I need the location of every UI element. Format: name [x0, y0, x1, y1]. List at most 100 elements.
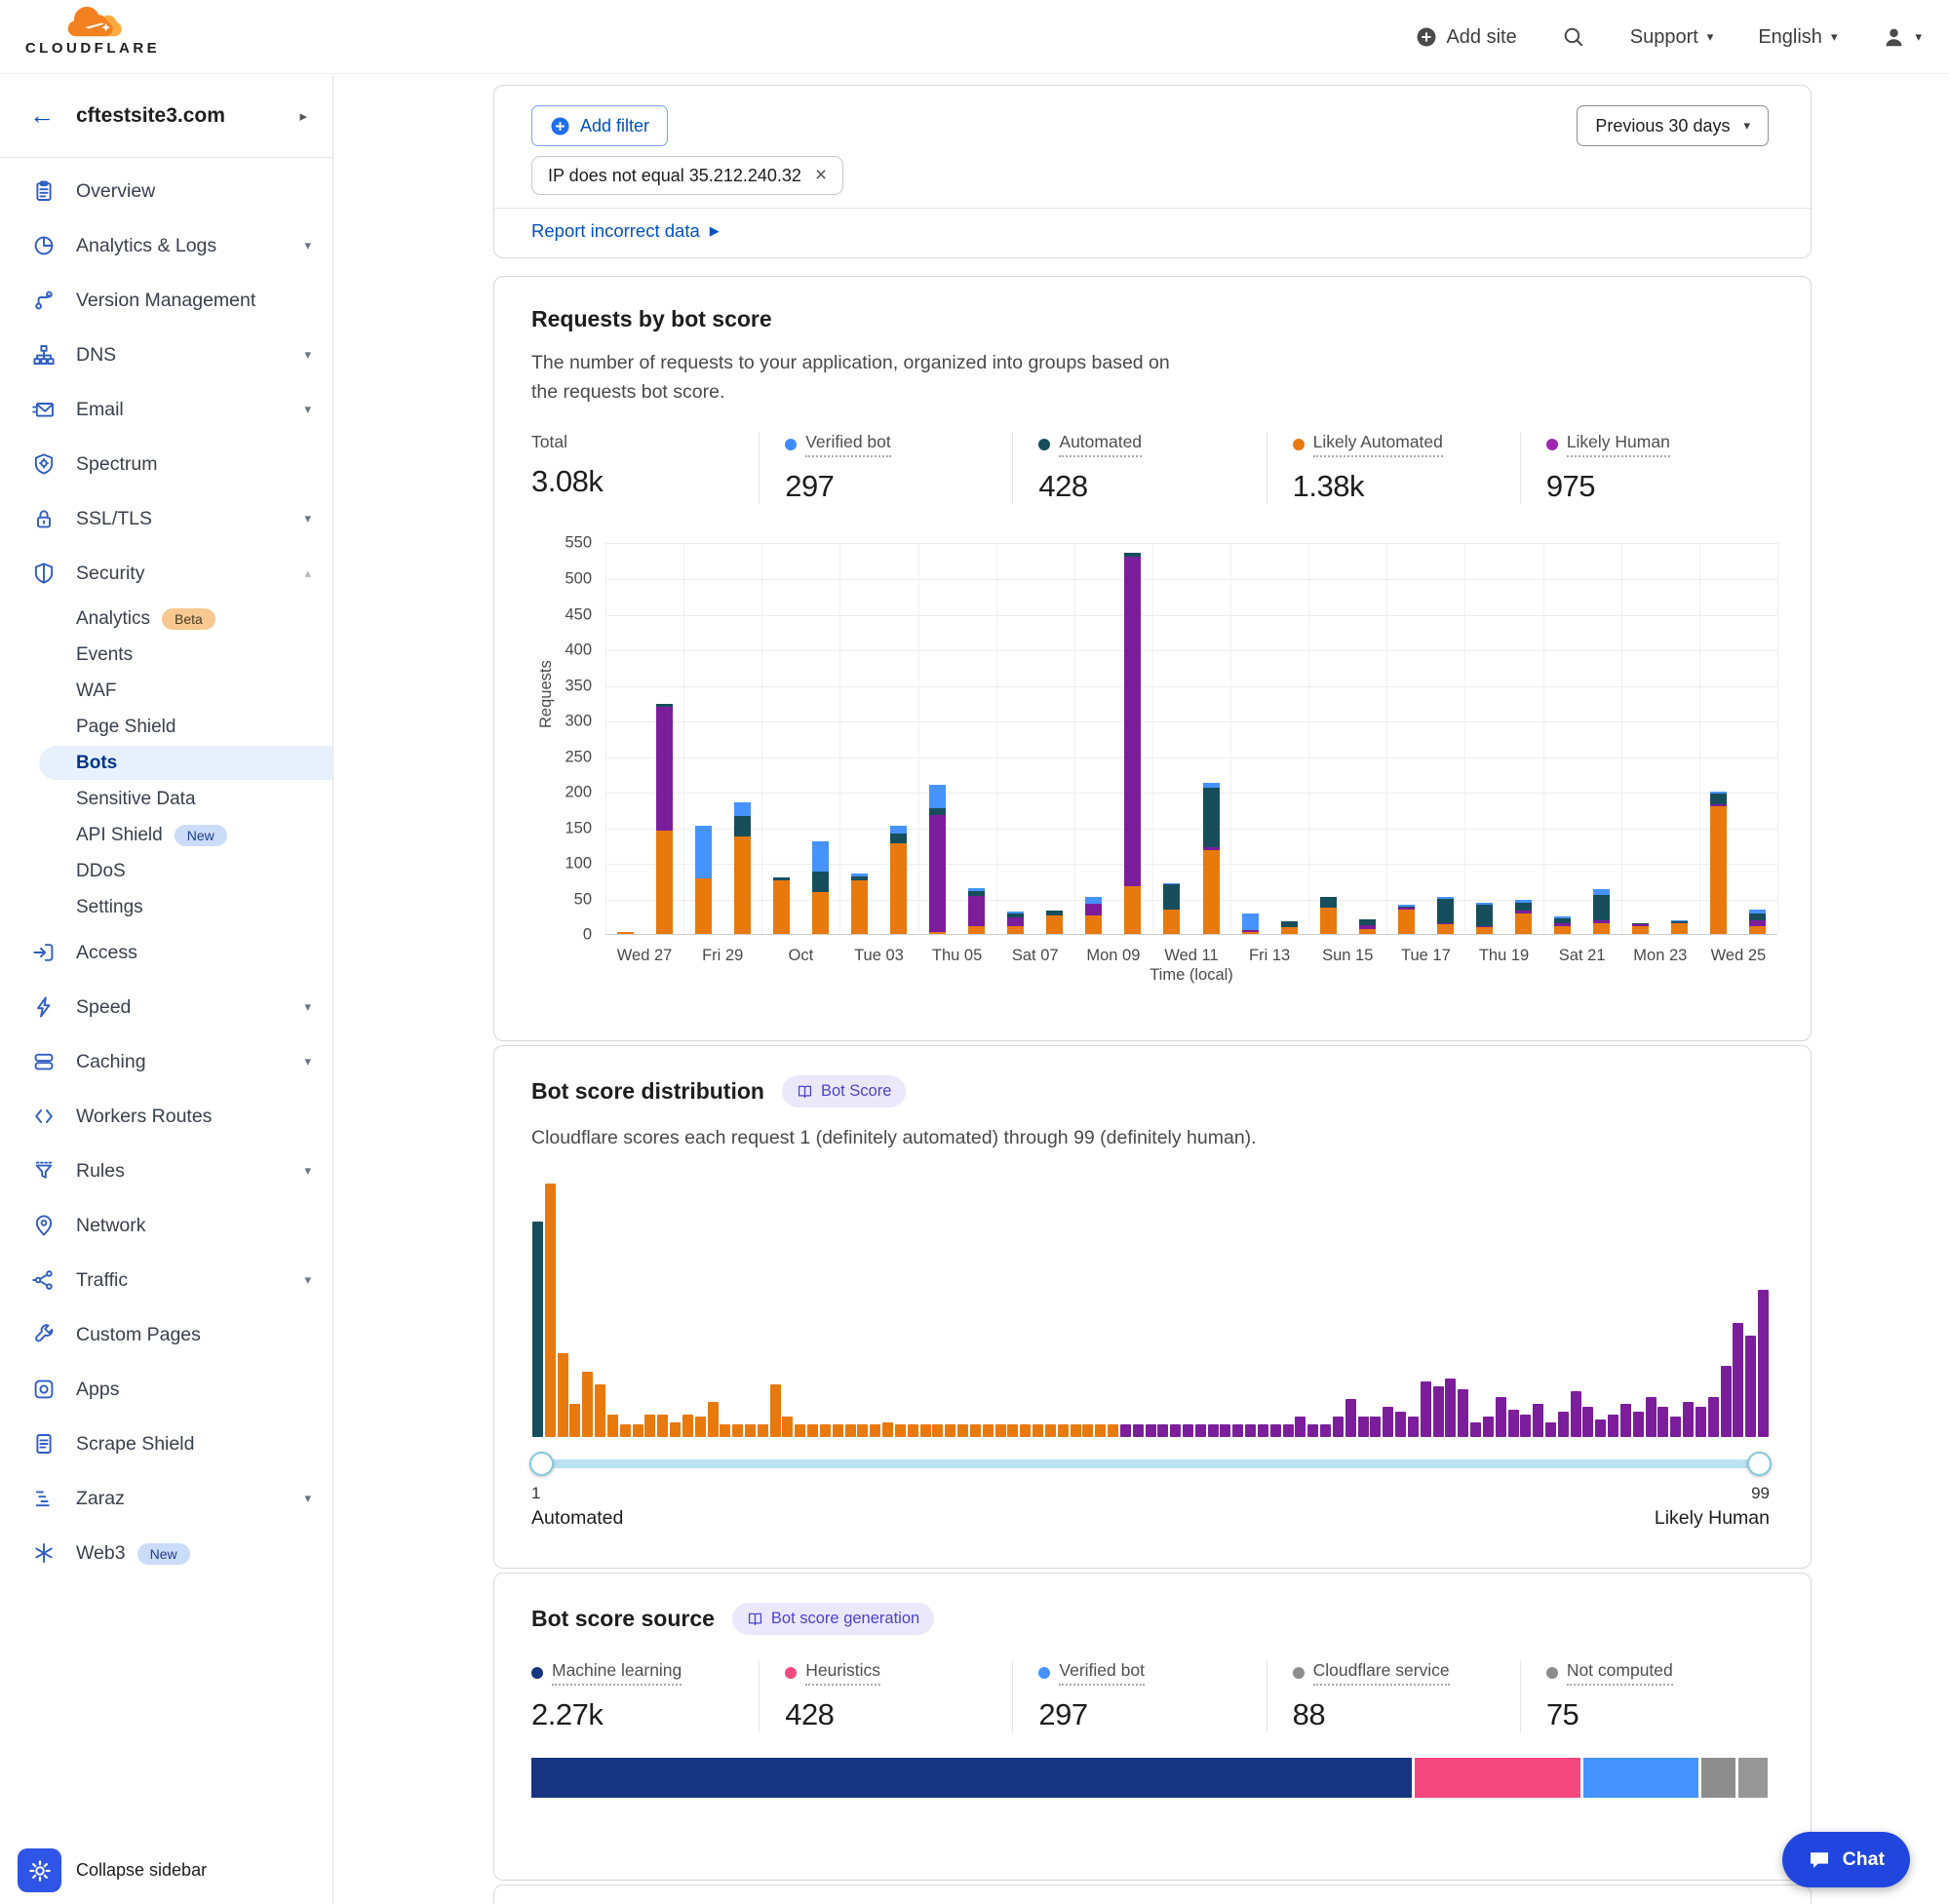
stacked-bar[interactable]: [1671, 920, 1688, 935]
stacked-bar[interactable]: [1476, 903, 1493, 935]
histogram-bar-score-8[interactable]: [620, 1424, 631, 1437]
stacked-bar[interactable]: [656, 704, 673, 935]
histogram-bar-score-3[interactable]: [558, 1353, 568, 1437]
histogram-bar-score-47[interactable]: [1108, 1424, 1118, 1437]
add-filter-button[interactable]: Add filter: [531, 105, 668, 146]
support-menu[interactable]: Support ▾: [1630, 26, 1714, 49]
stacked-bar[interactable]: [1203, 783, 1220, 935]
gear-icon[interactable]: [18, 1848, 61, 1892]
histogram-bar-score-52[interactable]: [1170, 1424, 1181, 1437]
histogram-bar-score-81[interactable]: [1533, 1404, 1543, 1437]
histogram-bar-score-65[interactable]: [1333, 1417, 1344, 1437]
histogram-bar-score-60[interactable]: [1270, 1424, 1281, 1437]
stat-label[interactable]: Heuristics: [805, 1660, 880, 1686]
stat-label[interactable]: Likely Automated: [1313, 432, 1443, 457]
stat-label[interactable]: Verified bot: [805, 432, 891, 457]
histogram-bar-score-56[interactable]: [1220, 1424, 1230, 1437]
histogram-bar-score-23[interactable]: [807, 1424, 818, 1437]
chat-button[interactable]: Chat: [1782, 1832, 1910, 1887]
histogram-bar-score-61[interactable]: [1283, 1424, 1294, 1437]
report-incorrect-data-link[interactable]: Report incorrect data ▶: [531, 220, 720, 242]
histogram-bar-score-39[interactable]: [1007, 1424, 1018, 1437]
chevron-right-icon[interactable]: ▸: [299, 107, 307, 125]
bot-score-doc-badge[interactable]: Bot Score: [782, 1075, 906, 1107]
histogram-bar-score-22[interactable]: [795, 1424, 805, 1437]
histogram-bar-score-82[interactable]: [1545, 1422, 1556, 1438]
sidebar-item-security[interactable]: Security▴: [0, 546, 332, 601]
sidebar-item-access[interactable]: Access: [0, 925, 332, 980]
histogram-bar-score-93[interactable]: [1683, 1402, 1694, 1437]
filter-chip[interactable]: IP does not equal 35.212.240.32 ×: [531, 156, 843, 195]
histogram-bar-score-53[interactable]: [1183, 1424, 1193, 1437]
date-range-select[interactable]: Previous 30 days ▾: [1577, 105, 1769, 146]
histogram-bar-score-72[interactable]: [1421, 1381, 1431, 1437]
histogram-bar-score-87[interactable]: [1608, 1415, 1618, 1437]
sidebar-item-email[interactable]: Email▾: [0, 382, 332, 437]
histogram-bar-score-9[interactable]: [633, 1424, 643, 1437]
stacked-bar[interactable]: [812, 841, 829, 935]
histogram-bar-score-46[interactable]: [1095, 1424, 1106, 1437]
sidebar-item-apps[interactable]: Apps: [0, 1362, 332, 1417]
stacked-bar[interactable]: [1710, 792, 1727, 934]
search-button[interactable]: [1562, 25, 1585, 49]
stacked-bar[interactable]: [851, 874, 868, 934]
histogram-bar-score-36[interactable]: [970, 1424, 981, 1437]
sidebar-subitem-ddos[interactable]: DDoS: [0, 853, 332, 889]
histogram-bar-score-79[interactable]: [1508, 1410, 1519, 1438]
stacked-bar[interactable]: [1515, 900, 1532, 934]
histogram-bar-score-86[interactable]: [1595, 1419, 1606, 1437]
histogram-bar-score-74[interactable]: [1445, 1379, 1456, 1437]
sidebar-item-web3[interactable]: Web3New: [0, 1526, 332, 1580]
back-arrow-icon[interactable]: ←: [29, 100, 55, 131]
sidebar-item-spectrum[interactable]: Spectrum: [0, 437, 332, 491]
stacked-bar[interactable]: [929, 785, 946, 934]
stacked-bar[interactable]: [1398, 905, 1415, 935]
histogram-bar-score-70[interactable]: [1395, 1412, 1406, 1437]
histogram-bar-score-55[interactable]: [1208, 1424, 1219, 1437]
sidebar-item-traffic[interactable]: Traffic▾: [0, 1253, 332, 1307]
source-segment-cloudflare-service[interactable]: [1701, 1758, 1735, 1798]
stacked-bar[interactable]: [1593, 889, 1610, 934]
histogram-bar-score-7[interactable]: [607, 1415, 618, 1437]
sidebar-item-dns[interactable]: DNS▾: [0, 328, 332, 382]
histogram-bar-score-64[interactable]: [1320, 1424, 1331, 1437]
sidebar-subitem-bots[interactable]: Bots: [0, 745, 332, 781]
stacked-bar[interactable]: [695, 826, 712, 934]
histogram-bar-score-18[interactable]: [745, 1424, 756, 1437]
language-menu[interactable]: English ▾: [1758, 26, 1837, 49]
site-name[interactable]: cftestsite3.com: [76, 104, 299, 128]
histogram-bar-score-4[interactable]: [569, 1404, 580, 1437]
source-segment-verified-bot[interactable]: [1583, 1758, 1698, 1798]
histogram-bar-score-29[interactable]: [882, 1422, 893, 1438]
stacked-bar[interactable]: [1437, 897, 1454, 935]
sidebar-subitem-waf[interactable]: WAF: [0, 673, 332, 709]
histogram-bar-score-44[interactable]: [1071, 1424, 1081, 1437]
histogram-bar-score-21[interactable]: [782, 1417, 793, 1437]
sidebar-item-speed[interactable]: Speed▾: [0, 980, 332, 1034]
histogram-bar-score-10[interactable]: [644, 1415, 655, 1437]
slider-handle-min[interactable]: [529, 1452, 554, 1476]
histogram-bar-score-54[interactable]: [1195, 1424, 1206, 1437]
stacked-bar[interactable]: [1242, 913, 1259, 935]
stat-label[interactable]: Likely Human: [1567, 432, 1670, 457]
stacked-bar[interactable]: [1359, 919, 1376, 934]
stacked-bar[interactable]: [890, 826, 907, 935]
histogram-bar-score-38[interactable]: [995, 1424, 1006, 1437]
histogram-bar-score-63[interactable]: [1307, 1424, 1318, 1437]
stat-label[interactable]: Not computed: [1567, 1660, 1673, 1686]
histogram-bar-score-91[interactable]: [1657, 1407, 1668, 1437]
add-site-button[interactable]: Add site: [1416, 26, 1516, 49]
histogram-bar-score-95[interactable]: [1708, 1397, 1719, 1438]
stacked-bar[interactable]: [617, 932, 634, 934]
stacked-bar[interactable]: [1554, 916, 1571, 934]
sidebar-item-version-management[interactable]: Version Management: [0, 273, 332, 328]
histogram-bar-score-73[interactable]: [1433, 1386, 1444, 1437]
histogram-bar-score-6[interactable]: [595, 1384, 605, 1438]
histogram-bar-score-98[interactable]: [1745, 1336, 1756, 1437]
histogram-bar-score-45[interactable]: [1082, 1424, 1093, 1437]
histogram-bar-score-58[interactable]: [1245, 1424, 1256, 1437]
stacked-bar[interactable]: [773, 877, 790, 934]
histogram-bar-score-15[interactable]: [708, 1402, 719, 1437]
histogram-bar-score-90[interactable]: [1646, 1397, 1657, 1438]
sidebar-item-zaraz[interactable]: Zaraz▾: [0, 1471, 332, 1526]
